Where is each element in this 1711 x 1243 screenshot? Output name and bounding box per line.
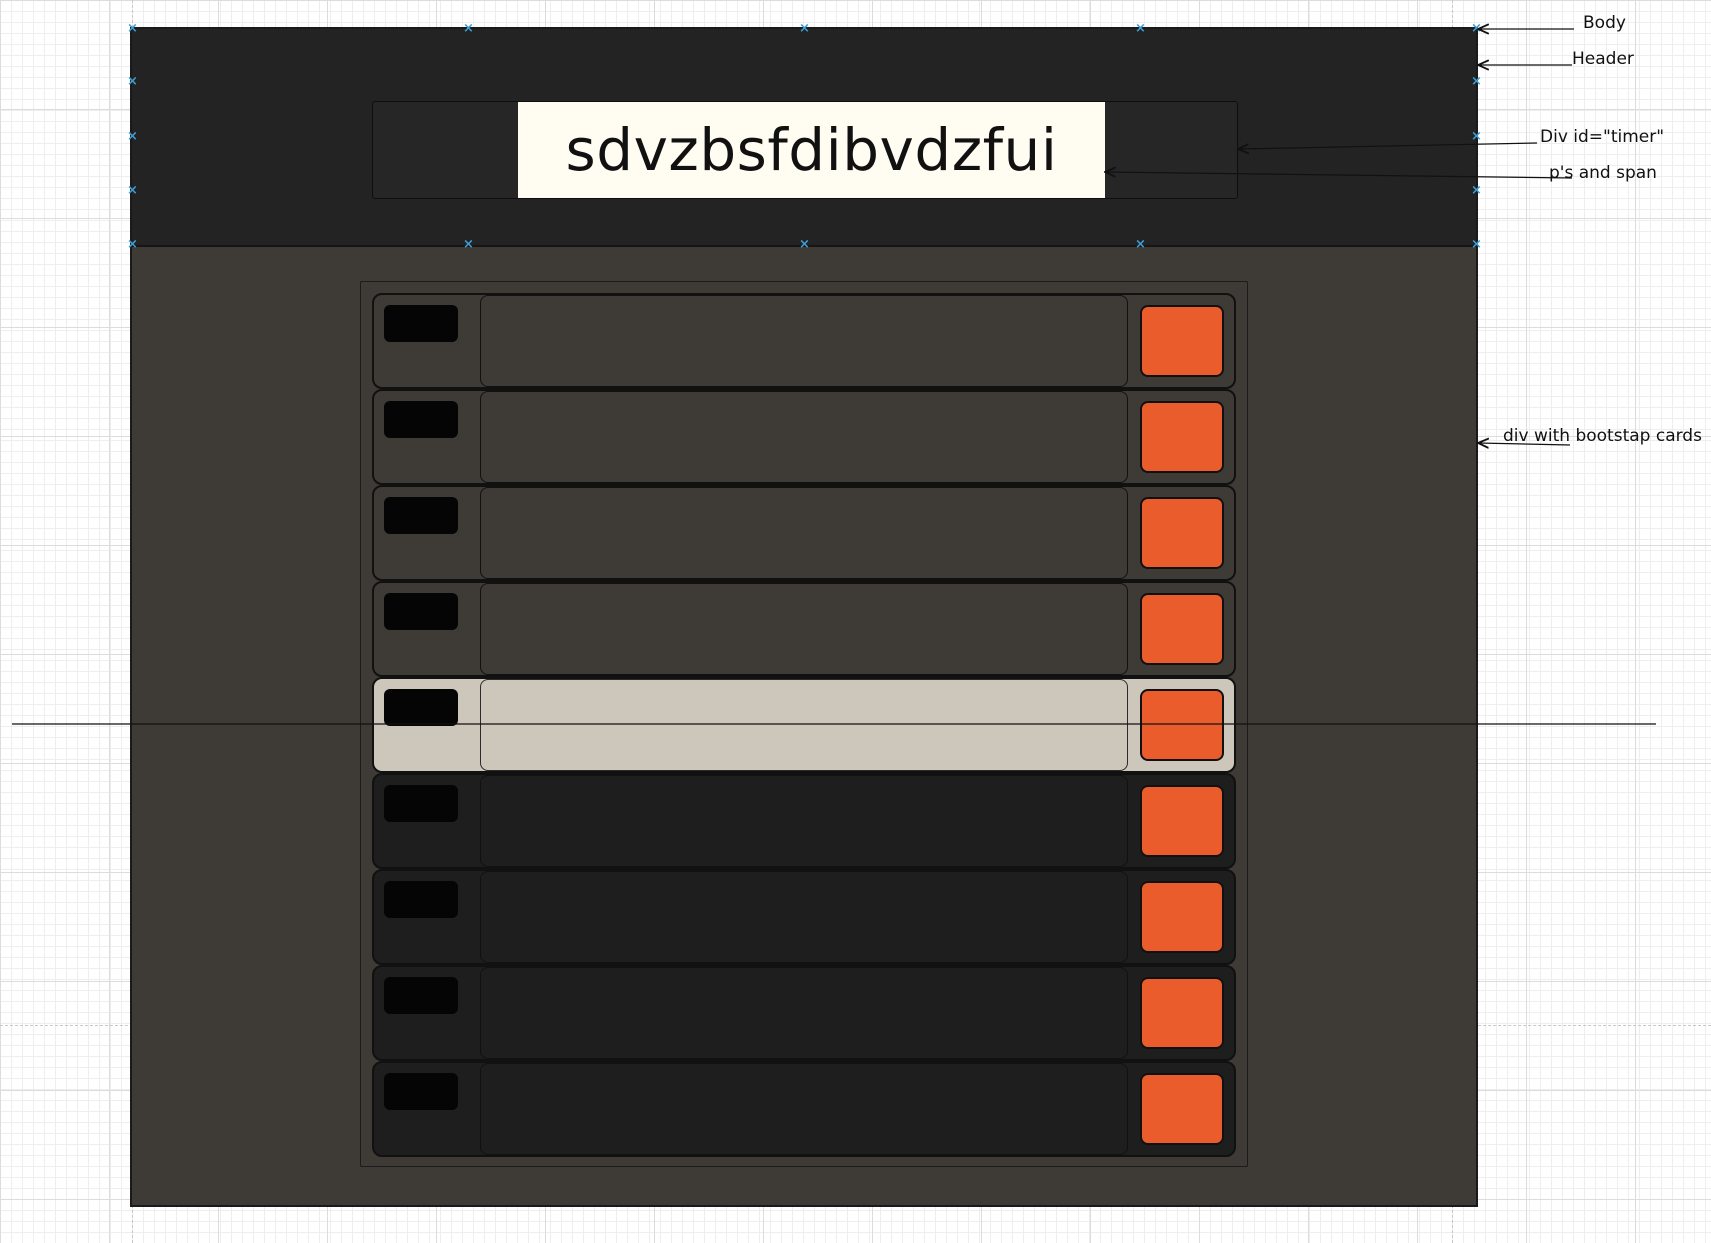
card-badge	[384, 689, 458, 726]
card-1[interactable]	[372, 293, 1236, 389]
card-badge	[384, 785, 458, 822]
card-body	[480, 967, 1128, 1059]
selection-handle-icon[interactable]: ×	[1471, 22, 1482, 35]
selection-handle-icon[interactable]: ×	[1471, 184, 1482, 197]
timer-text: sdvzbsfdibvdzfui	[518, 102, 1105, 198]
card-4[interactable]	[372, 581, 1236, 677]
app-body: sdvzbsfdibvdzfui	[132, 29, 1476, 1205]
card-body	[480, 487, 1128, 579]
selection-handle-icon[interactable]: ×	[1135, 22, 1146, 35]
selection-handle-icon[interactable]: ×	[127, 22, 138, 35]
card-2[interactable]	[372, 389, 1236, 485]
card-3[interactable]	[372, 485, 1236, 581]
annotation-header: Header	[1572, 49, 1634, 69]
card-badge	[384, 593, 458, 630]
card-body	[480, 775, 1128, 867]
annotation-timer-div: Div id="timer"	[1540, 127, 1665, 147]
selection-handle-icon[interactable]: ×	[1471, 75, 1482, 88]
cards-container	[360, 281, 1248, 1167]
card-body	[480, 583, 1128, 675]
app-header: sdvzbsfdibvdzfui	[132, 29, 1476, 247]
card-7[interactable]	[372, 869, 1236, 965]
card-action-button[interactable]	[1140, 497, 1224, 569]
card-body	[480, 391, 1128, 483]
annotation-body: Body	[1583, 13, 1626, 33]
card-9[interactable]	[372, 1061, 1236, 1157]
card-action-button[interactable]	[1140, 1073, 1224, 1145]
selection-handle-icon[interactable]: ×	[799, 238, 810, 251]
card-8[interactable]	[372, 965, 1236, 1061]
card-action-button[interactable]	[1140, 785, 1224, 857]
annotation-cards-div: div with bootstap cards	[1503, 426, 1702, 446]
selection-handle-icon[interactable]: ×	[463, 238, 474, 251]
card-badge	[384, 401, 458, 438]
selection-handle-icon[interactable]: ×	[1471, 130, 1482, 143]
card-action-button[interactable]	[1140, 977, 1224, 1049]
card-action-button[interactable]	[1140, 689, 1224, 761]
card-body	[480, 679, 1128, 771]
selection-handle-icon[interactable]: ×	[463, 22, 474, 35]
card-action-button[interactable]	[1140, 401, 1224, 473]
card-body	[480, 1063, 1128, 1155]
card-body	[480, 295, 1128, 387]
card-6[interactable]	[372, 773, 1236, 869]
card-5[interactable]	[372, 677, 1236, 773]
selection-handle-icon[interactable]: ×	[127, 130, 138, 143]
card-action-button[interactable]	[1140, 305, 1224, 377]
card-badge	[384, 881, 458, 918]
selection-handle-icon[interactable]: ×	[1135, 238, 1146, 251]
selection-handle-icon[interactable]: ×	[127, 238, 138, 251]
timer-div: sdvzbsfdibvdzfui	[372, 101, 1238, 199]
selection-handle-icon[interactable]: ×	[799, 22, 810, 35]
selection-handle-icon[interactable]: ×	[127, 75, 138, 88]
card-badge	[384, 1073, 458, 1110]
annotation-ps-and-span: p's and span	[1549, 163, 1657, 183]
card-body	[480, 871, 1128, 963]
card-badge	[384, 305, 458, 342]
card-action-button[interactable]	[1140, 593, 1224, 665]
card-action-button[interactable]	[1140, 881, 1224, 953]
card-badge	[384, 497, 458, 534]
card-badge	[384, 977, 458, 1014]
selection-handle-icon[interactable]: ×	[1471, 238, 1482, 251]
selection-handle-icon[interactable]: ×	[127, 184, 138, 197]
